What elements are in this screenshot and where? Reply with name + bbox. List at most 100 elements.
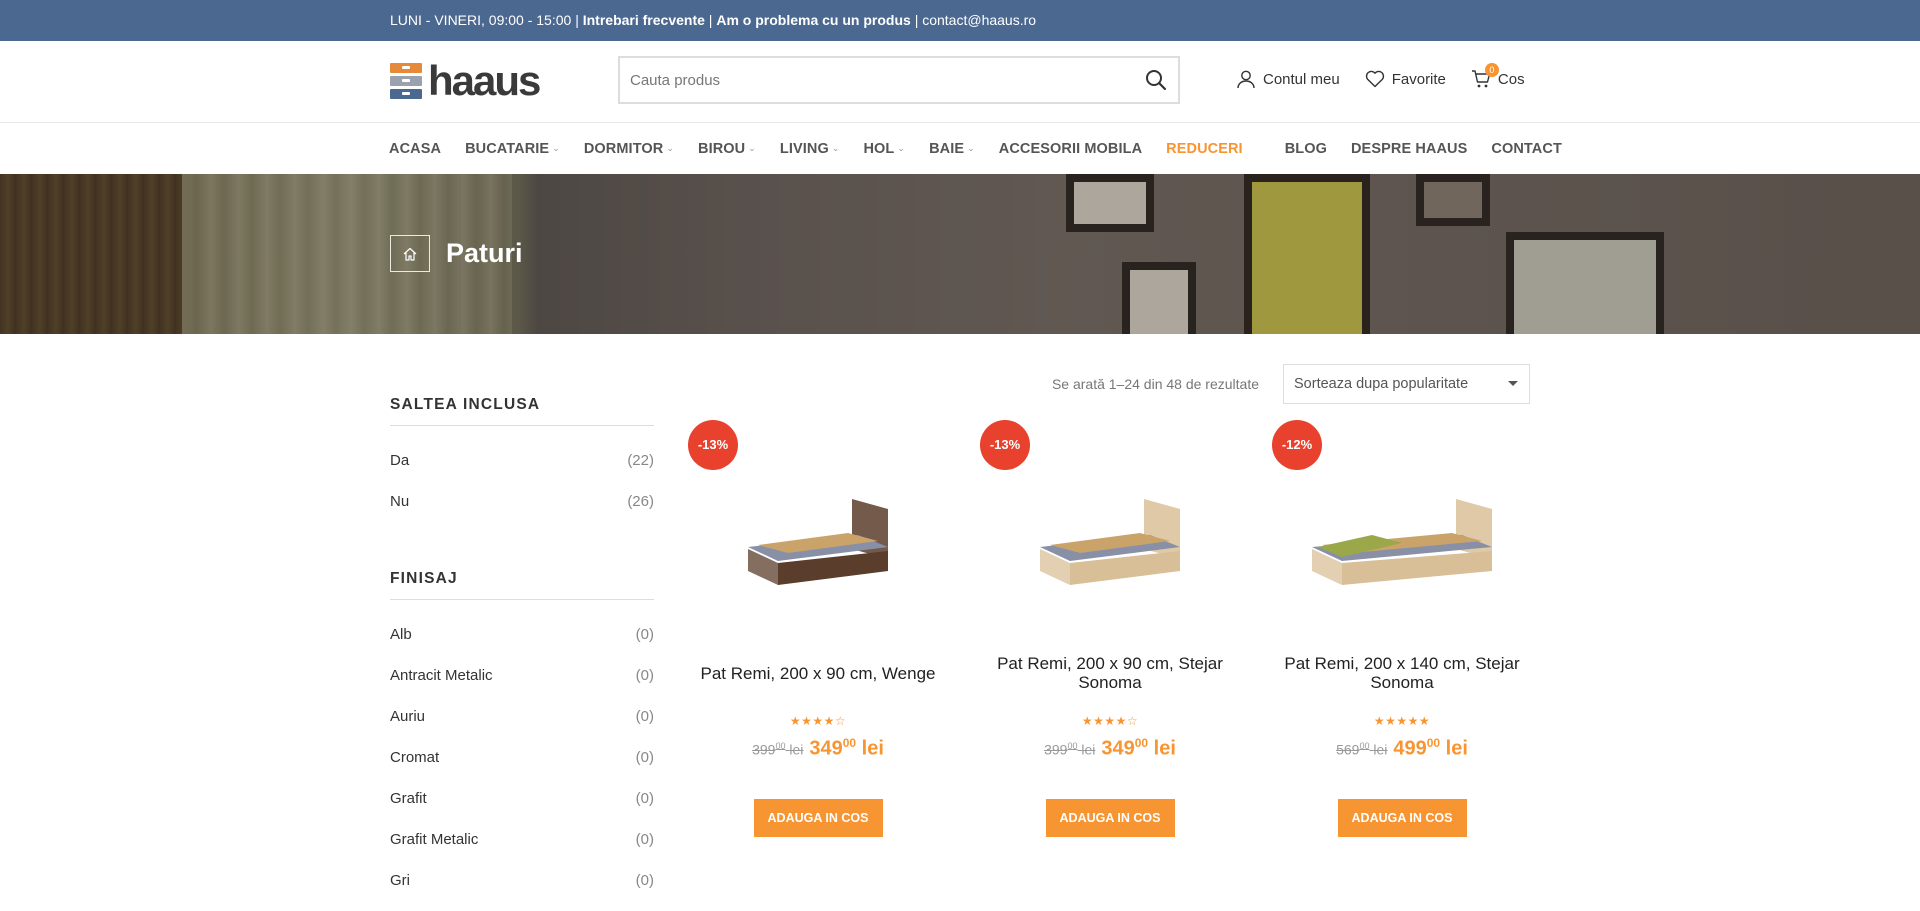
sale-badge: -12%: [1272, 420, 1322, 470]
nav-item-label: BLOG: [1284, 140, 1327, 157]
old-price: 39900 lei: [1044, 741, 1096, 758]
problem-link[interactable]: Am o problema cu un produs: [716, 12, 910, 28]
filter-option[interactable]: Grafit Metalic (0): [390, 819, 654, 860]
filter-option-label: Gri: [390, 872, 410, 889]
filter-option-label: Nu: [390, 493, 410, 510]
cart-label: Cos: [1497, 70, 1525, 88]
nav-item-label: LIVING: [779, 140, 829, 157]
separator: |: [575, 12, 579, 28]
chevron-down-icon: ⌄: [897, 143, 906, 153]
chevron-down-icon: ⌄: [552, 143, 560, 153]
filter-option[interactable]: Grafit (0): [390, 778, 654, 819]
account-link[interactable]: Contul meu: [1236, 69, 1340, 89]
product-title[interactable]: Pat Remi, 200 x 90 cm, Stejar Sonoma: [974, 654, 1246, 692]
heart-icon: [1365, 70, 1384, 88]
filter-title: SALTEA INCLUSA: [390, 396, 654, 426]
star-icon: ★: [1418, 714, 1431, 728]
product-card: -13% Pat Remi, 200 x 90 cm, Wenge ★★★★☆ 399…: [682, 420, 954, 837]
filter-option-count: (0): [635, 872, 654, 889]
cart-count-badge: 0: [1484, 63, 1499, 77]
rating-stars: ★★★★★: [1266, 714, 1538, 728]
old-price: 39900 lei: [752, 741, 804, 758]
product-title[interactable]: Pat Remi, 200 x 90 cm, Wenge: [682, 654, 954, 692]
product-price: 56900 lei 49900 lei: [1266, 736, 1538, 761]
filter-option-label: Da: [390, 452, 410, 469]
rating-stars: ★★★★☆: [682, 714, 954, 728]
nav-item-living[interactable]: LIVING ⌄: [780, 141, 840, 157]
add-to-cart-button[interactable]: ADAUGA IN COS: [1045, 798, 1175, 837]
add-to-cart-button[interactable]: ADAUGA IN COS: [1337, 798, 1467, 837]
nav-item-label: BUCATARIE: [465, 140, 550, 157]
star-icon: ☆: [834, 714, 847, 728]
main-nav: ACASA BUCATARIE ⌄ DORMITOR ⌄ BIROU ⌄ LIVING ⌄ HOL…: [0, 123, 1920, 174]
rating-stars: ★★★★☆: [974, 714, 1246, 728]
filter-option-count: (0): [635, 790, 654, 807]
logo-drawers-icon: [390, 63, 422, 99]
filter-option-label: Alb: [390, 626, 412, 643]
sale-badge: -13%: [688, 420, 738, 470]
nav-item-label: CONTACT: [1491, 140, 1562, 157]
filter-option[interactable]: Antracit Metalic (0): [390, 655, 654, 696]
search-icon[interactable]: [1134, 58, 1178, 102]
nav-item-contact[interactable]: CONTACT: [1491, 141, 1562, 157]
filter-option-label: Auriu: [390, 708, 426, 725]
filter-option[interactable]: Alb (0): [390, 614, 654, 655]
nav-item-acasa[interactable]: ACASA: [389, 141, 441, 157]
site-header: haaus Contul meu Favorite 0 Cos: [0, 41, 1920, 123]
chevron-down-icon: [1508, 381, 1518, 386]
faq-link[interactable]: Intrebari frecvente: [583, 12, 705, 28]
search-box: [618, 56, 1180, 104]
nav-item-label: ACASA: [389, 140, 442, 157]
filter-option[interactable]: Nu (26): [390, 481, 654, 522]
nav-item-hol[interactable]: HOL ⌄: [863, 141, 905, 157]
nav-item-baie[interactable]: BAIE ⌄: [929, 141, 975, 157]
nav-item-despre-haaus[interactable]: DESPRE HAAUS: [1351, 141, 1467, 157]
filter-option-label: Grafit: [390, 790, 427, 807]
nav-item-blog[interactable]: BLOG: [1285, 141, 1327, 157]
sort-selected-value: Sorteaza dupa popularitate: [1294, 376, 1469, 392]
nav-item-accesorii-mobila[interactable]: ACCESORII MOBILA: [999, 141, 1142, 157]
nav-item-label: DORMITOR: [583, 140, 664, 157]
page-banner: Paturi: [0, 174, 1920, 334]
star-icon: ★: [823, 714, 835, 728]
nav-item-bucatarie[interactable]: BUCATARIE ⌄: [465, 141, 560, 157]
contact-email-link[interactable]: contact@haaus.ro: [922, 12, 1036, 28]
chevron-down-icon: ⌄: [831, 143, 840, 153]
nav-item-reduceri[interactable]: REDUCERI: [1166, 141, 1243, 157]
nav-item-dormitor[interactable]: DORMITOR ⌄: [584, 141, 674, 157]
add-to-cart-button[interactable]: ADAUGA IN COS: [753, 798, 883, 837]
filter-option[interactable]: Da (22): [390, 440, 654, 481]
filter-option-label: Antracit Metalic: [390, 667, 493, 684]
filter-option-count: (22): [627, 452, 654, 469]
nav-item-birou[interactable]: BIROU ⌄: [698, 141, 756, 157]
logo-text: haaus: [428, 57, 541, 104]
filter-option[interactable]: Cromat (0): [390, 737, 654, 778]
favorites-label: Favorite: [1391, 70, 1446, 88]
nav-item-label: HOL: [863, 140, 895, 157]
search-input[interactable]: [620, 58, 1134, 102]
star-icon: ★: [1115, 714, 1127, 728]
nav-item-label: BIROU: [698, 140, 746, 157]
sale-price: 34900 lei: [809, 736, 884, 760]
home-icon[interactable]: [390, 235, 430, 272]
account-label: Contul meu: [1263, 70, 1340, 88]
filter-option-label: Grafit Metalic: [390, 831, 479, 848]
banner-overlay: [0, 174, 1920, 334]
header-links: Contul meu Favorite 0 Cos: [1236, 63, 1550, 89]
cart-link[interactable]: 0 Cos: [1471, 63, 1525, 89]
filter-option[interactable]: Gri (0): [390, 860, 654, 901]
result-count: Se arată 1–24 din 48 de rezultate: [1051, 376, 1259, 392]
chevron-down-icon: ⌄: [967, 143, 975, 153]
nav-item-label: BAIE: [929, 140, 965, 157]
shop-toolbar: Se arată 1–24 din 48 de rezultate Sortea…: [1052, 364, 1530, 404]
sale-badge: -13%: [980, 420, 1030, 470]
filter-option[interactable]: Auriu (0): [390, 696, 654, 737]
filter-option-count: (0): [635, 626, 654, 643]
site-logo[interactable]: haaus: [390, 57, 541, 104]
favorites-link[interactable]: Favorite: [1365, 70, 1446, 88]
shop-content: SALTEA INCLUSA Da (22) Nu (26) FINISAJ Alb (…: [0, 334, 1920, 911]
product-title[interactable]: Pat Remi, 200 x 140 cm, Stejar Sonoma: [1266, 654, 1538, 692]
star-icon: ★: [812, 714, 824, 728]
sort-select[interactable]: Sorteaza dupa popularitate: [1283, 364, 1530, 404]
old-price: 56900 lei: [1336, 741, 1388, 758]
